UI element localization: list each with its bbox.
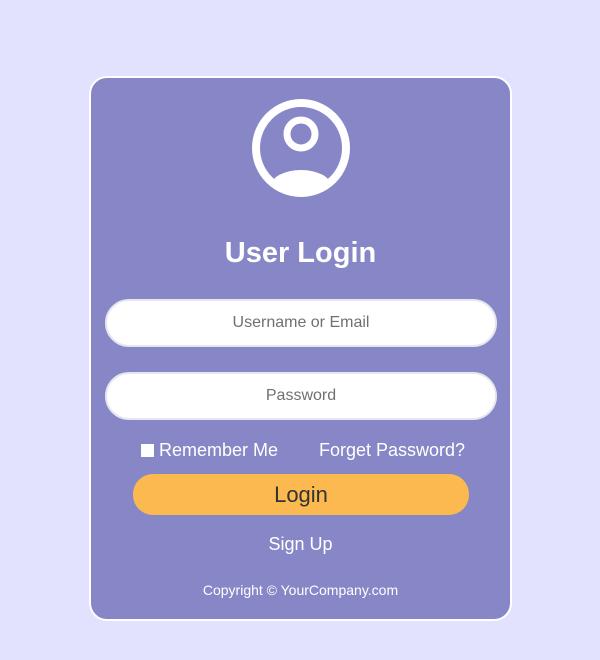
login-page: User Login Remember Me Forget Password? … — [0, 0, 600, 660]
page-title: User Login — [224, 237, 377, 269]
password-input[interactable] — [107, 374, 495, 418]
remember-me-checkbox[interactable] — [141, 443, 154, 457]
login-button[interactable]: Login — [133, 474, 469, 515]
login-options: Remember Me Forget Password? — [91, 438, 510, 462]
password-field-wrapper — [105, 372, 497, 420]
sign-up-link[interactable]: Sign Up — [91, 533, 510, 555]
username-field-wrapper — [105, 299, 497, 347]
remember-me-label: Remember Me — [159, 439, 279, 460]
username-input[interactable] — [107, 301, 495, 345]
user-circle-icon — [250, 97, 352, 199]
login-card: User Login Remember Me Forget Password? … — [89, 76, 512, 621]
forgot-password-link[interactable]: Forget Password? — [319, 438, 465, 462]
copyright-text: Copyright © YourCompany.com — [202, 582, 399, 598]
remember-me-option[interactable]: Remember Me — [141, 438, 278, 462]
